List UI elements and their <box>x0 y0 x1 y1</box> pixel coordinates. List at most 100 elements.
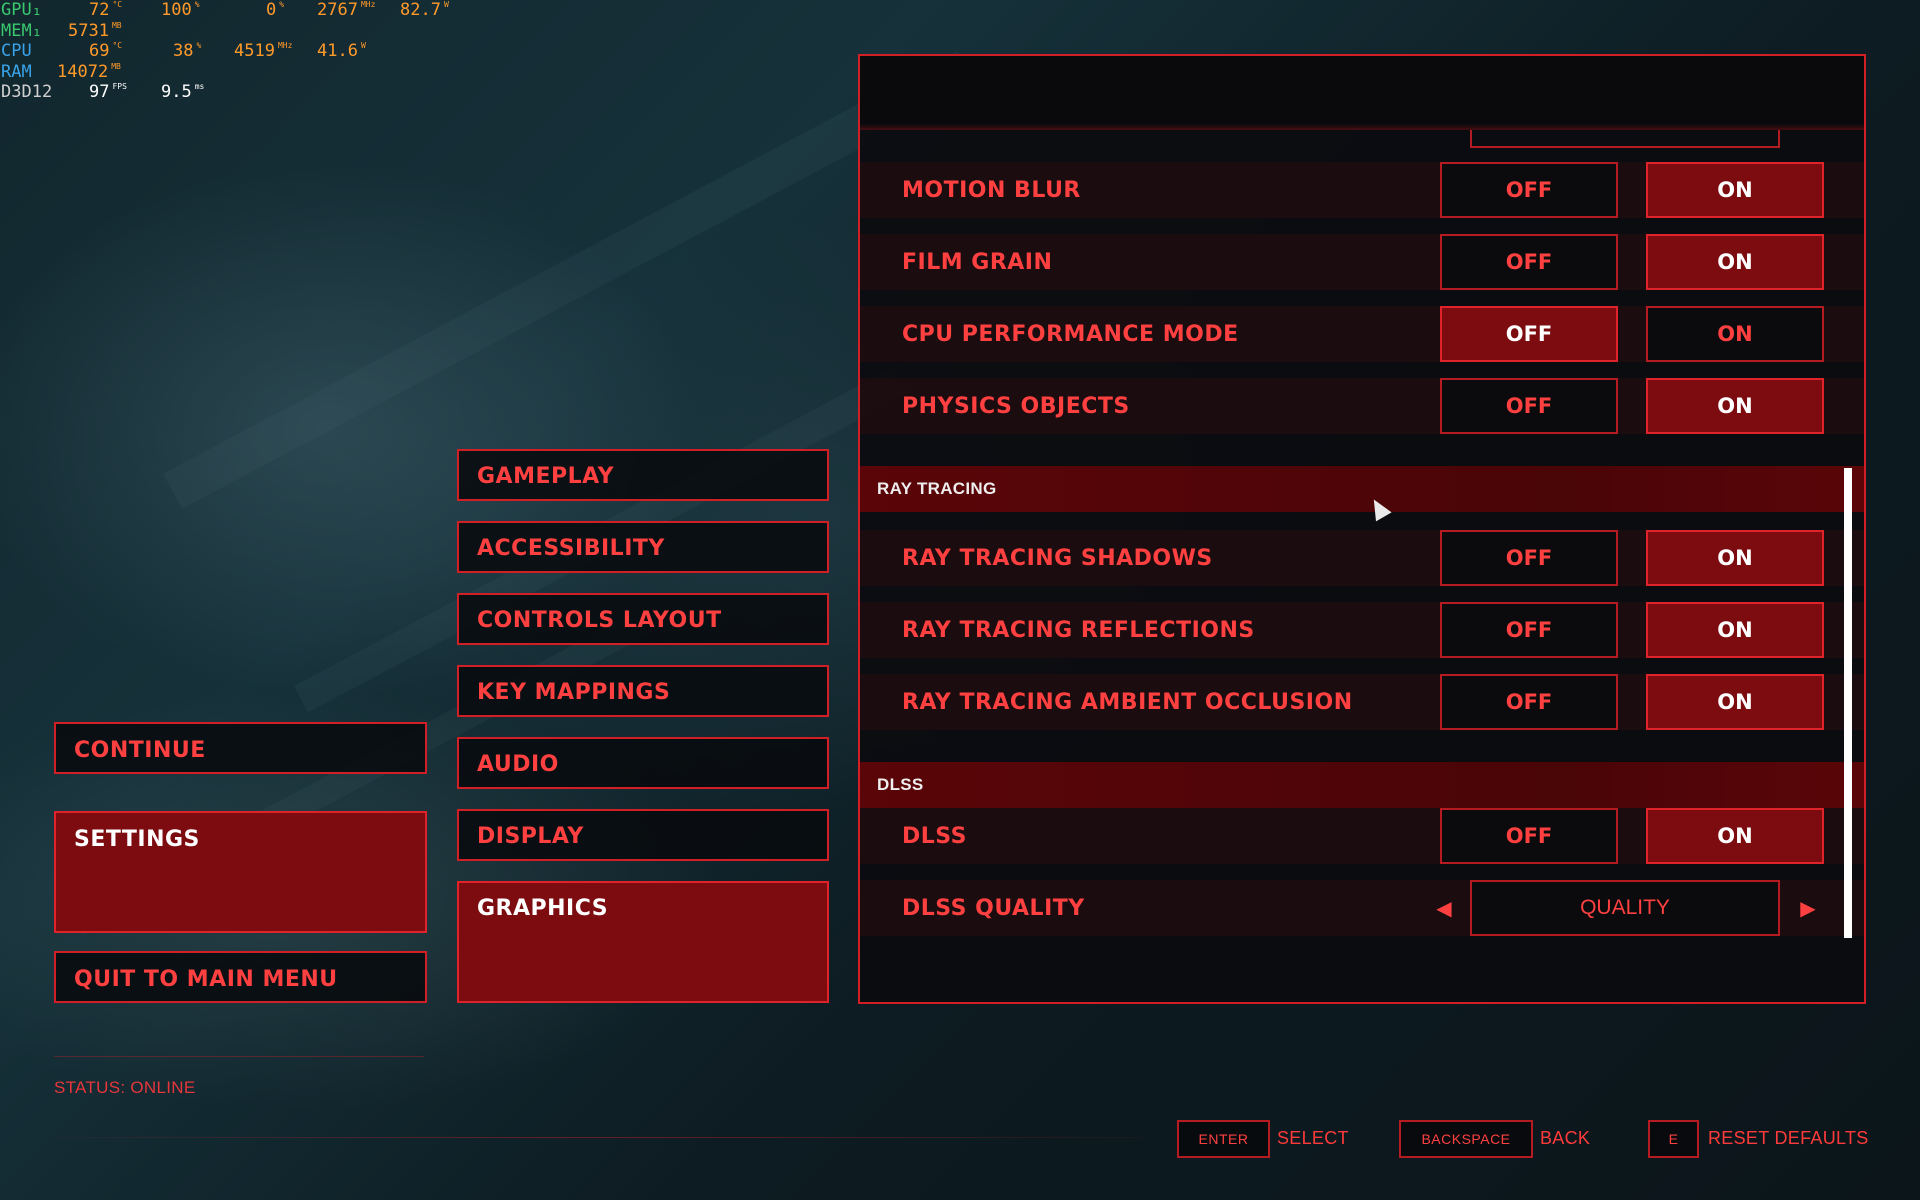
setting-label: MOTION BLUR <box>902 178 1081 203</box>
footer-divider <box>54 1137 1144 1138</box>
back-hint: BACK <box>1540 1128 1591 1148</box>
hw-gpu-load-value: 100 <box>161 0 192 20</box>
setting-label: CPU PERFORMANCE MODE <box>902 322 1239 347</box>
setting-label: RAY TRACING REFLECTIONS <box>902 618 1255 643</box>
hw-gpu-clock: 2767 MHz <box>317 0 375 21</box>
hw-unit: % <box>279 0 285 9</box>
section-label: DLSS <box>877 775 924 794</box>
cpu-performance-mode-off-button[interactable]: OFF <box>1440 306 1618 362</box>
film-grain-off-button[interactable]: OFF <box>1440 234 1618 290</box>
category-controls-layout[interactable]: CONTROLS LAYOUT <box>457 593 829 645</box>
setting-label: PHYSICS OBJECTS <box>902 394 1130 419</box>
hw-ram-value: 14072 <box>57 61 109 82</box>
setting-row-rt-ambient-occlusion: RAY TRACING AMBIENT OCCLUSION OFF ON <box>860 674 1864 730</box>
enter-key-badge[interactable]: ENTER <box>1177 1120 1270 1158</box>
hw-ram: 14072 MB <box>57 62 121 83</box>
hw-gpu-power: 82.7 W <box>400 0 449 21</box>
rt-ambient-occlusion-on-button[interactable]: ON <box>1646 674 1824 730</box>
setting-row-physics-objects: PHYSICS OBJECTS OFF ON <box>860 378 1864 434</box>
setting-row-dlss-quality: DLSS QUALITY ◀ QUALITY ▶ <box>860 880 1864 936</box>
hw-unit: MB <box>111 61 121 71</box>
rt-shadows-off-button[interactable]: OFF <box>1440 530 1618 586</box>
category-audio[interactable]: AUDIO <box>457 737 829 789</box>
rt-reflections-off-button[interactable]: OFF <box>1440 602 1618 658</box>
hw-cpu-power: 41.6 W <box>317 41 366 62</box>
hw-gpu-temp-value: 72 <box>89 0 110 20</box>
hw-gpu-load2-value: 0 <box>266 0 277 20</box>
hw-frametime: 9.5 ms <box>161 82 204 103</box>
setting-row-rt-reflections: RAY TRACING REFLECTIONS OFF ON <box>860 602 1864 658</box>
dlss-quality-selector[interactable]: QUALITY <box>1470 880 1780 936</box>
motion-blur-on-button[interactable]: ON <box>1646 162 1824 218</box>
hw-unit: % <box>194 0 200 9</box>
hw-unit: MHz <box>277 41 293 50</box>
setting-row-dlss: DLSS OFF ON <box>860 808 1864 864</box>
dlss-on-button[interactable]: ON <box>1646 808 1824 864</box>
hw-mem-label: MEM₁ <box>1 20 42 41</box>
hw-unit: MHz <box>360 0 376 9</box>
backspace-key-badge[interactable]: BACKSPACE <box>1399 1120 1533 1158</box>
arrow-left-icon[interactable]: ◀ <box>1424 880 1464 936</box>
hw-ram-label: RAM <box>1 61 32 82</box>
section-header-dlss: DLSS <box>860 762 1864 808</box>
film-grain-on-button[interactable]: ON <box>1646 234 1824 290</box>
hw-cpu-clock: 4519 MHz <box>234 41 292 62</box>
hw-mem: 5731 MB <box>68 21 122 42</box>
hw-unit: ms <box>194 82 205 91</box>
setting-row-rt-shadows: RAY TRACING SHADOWS OFF ON <box>860 530 1864 586</box>
physics-objects-on-button[interactable]: ON <box>1646 378 1824 434</box>
setting-label: RAY TRACING SHADOWS <box>902 546 1213 571</box>
hw-cpu-label: CPU <box>1 41 32 61</box>
hw-unit: W <box>360 41 366 50</box>
graphics-settings-panel: MOTION BLUR OFF ON FILM GRAIN OFF ON CPU… <box>858 54 1866 1004</box>
setting-row-cpu-performance-mode: CPU PERFORMANCE MODE OFF ON <box>860 306 1864 362</box>
hw-unit: MB <box>111 20 122 30</box>
settings-button[interactable]: SETTINGS <box>54 811 427 933</box>
hw-gpu-temp: 72 °C <box>89 0 122 21</box>
category-graphics[interactable]: GRAPHICS <box>457 881 829 1003</box>
e-key-badge[interactable]: E <box>1648 1120 1699 1158</box>
background-detail <box>163 51 977 509</box>
hw-unit: °C <box>112 41 123 50</box>
hw-cpu-temp: 69 °C <box>89 41 122 62</box>
hw-cpu-load: 38% <box>173 41 201 62</box>
category-key-mappings[interactable]: KEY MAPPINGS <box>457 665 829 717</box>
reset-defaults-hint: RESET DEFAULTS <box>1708 1128 1869 1148</box>
hw-gpu-load2: 0% <box>266 0 284 21</box>
category-gameplay[interactable]: GAMEPLAY <box>457 449 829 501</box>
hw-fps-value: 97 <box>89 82 110 102</box>
section-label: RAY TRACING <box>877 479 997 498</box>
setting-row-film-grain: FILM GRAIN OFF ON <box>860 234 1864 290</box>
hw-fps: 97 FPS <box>89 82 127 103</box>
rt-ambient-occlusion-off-button[interactable]: OFF <box>1440 674 1618 730</box>
setting-row-motion-blur: MOTION BLUR OFF ON <box>860 162 1864 218</box>
cpu-performance-mode-on-button[interactable]: ON <box>1646 306 1824 362</box>
panel-header <box>860 56 1864 128</box>
scrollbar[interactable] <box>1844 468 1852 938</box>
quit-to-main-menu-button[interactable]: QUIT TO MAIN MENU <box>54 951 427 1003</box>
dlss-off-button[interactable]: OFF <box>1440 808 1618 864</box>
arrow-right-icon[interactable]: ▶ <box>1788 880 1828 936</box>
hw-frametime-value: 9.5 <box>161 82 192 102</box>
category-display[interactable]: DISPLAY <box>457 809 829 861</box>
hw-cpu-clock-value: 4519 <box>234 41 275 61</box>
status-text: STATUS: ONLINE <box>54 1078 196 1097</box>
hw-cpu-temp-value: 69 <box>89 41 110 61</box>
hw-d3d-label: D3D12 <box>1 82 53 102</box>
rt-reflections-on-button[interactable]: ON <box>1646 602 1824 658</box>
section-header-ray-tracing: RAY TRACING <box>860 466 1864 512</box>
hw-mem-value: 5731 <box>68 20 109 41</box>
hw-cpu-power-value: 41.6 <box>317 41 358 61</box>
continue-button[interactable]: CONTINUE <box>54 722 427 774</box>
hw-unit: FPS <box>112 82 127 91</box>
motion-blur-off-button[interactable]: OFF <box>1440 162 1618 218</box>
hw-unit: % <box>196 41 202 50</box>
physics-objects-off-button[interactable]: OFF <box>1440 378 1618 434</box>
hw-gpu-clock-value: 2767 <box>317 0 358 20</box>
hw-gpu-power-value: 82.7 <box>400 0 441 20</box>
setting-label: FILM GRAIN <box>902 250 1053 275</box>
category-accessibility[interactable]: ACCESSIBILITY <box>457 521 829 573</box>
rt-shadows-on-button[interactable]: ON <box>1646 530 1824 586</box>
status-divider <box>54 1056 424 1057</box>
setting-label: DLSS <box>902 824 967 849</box>
